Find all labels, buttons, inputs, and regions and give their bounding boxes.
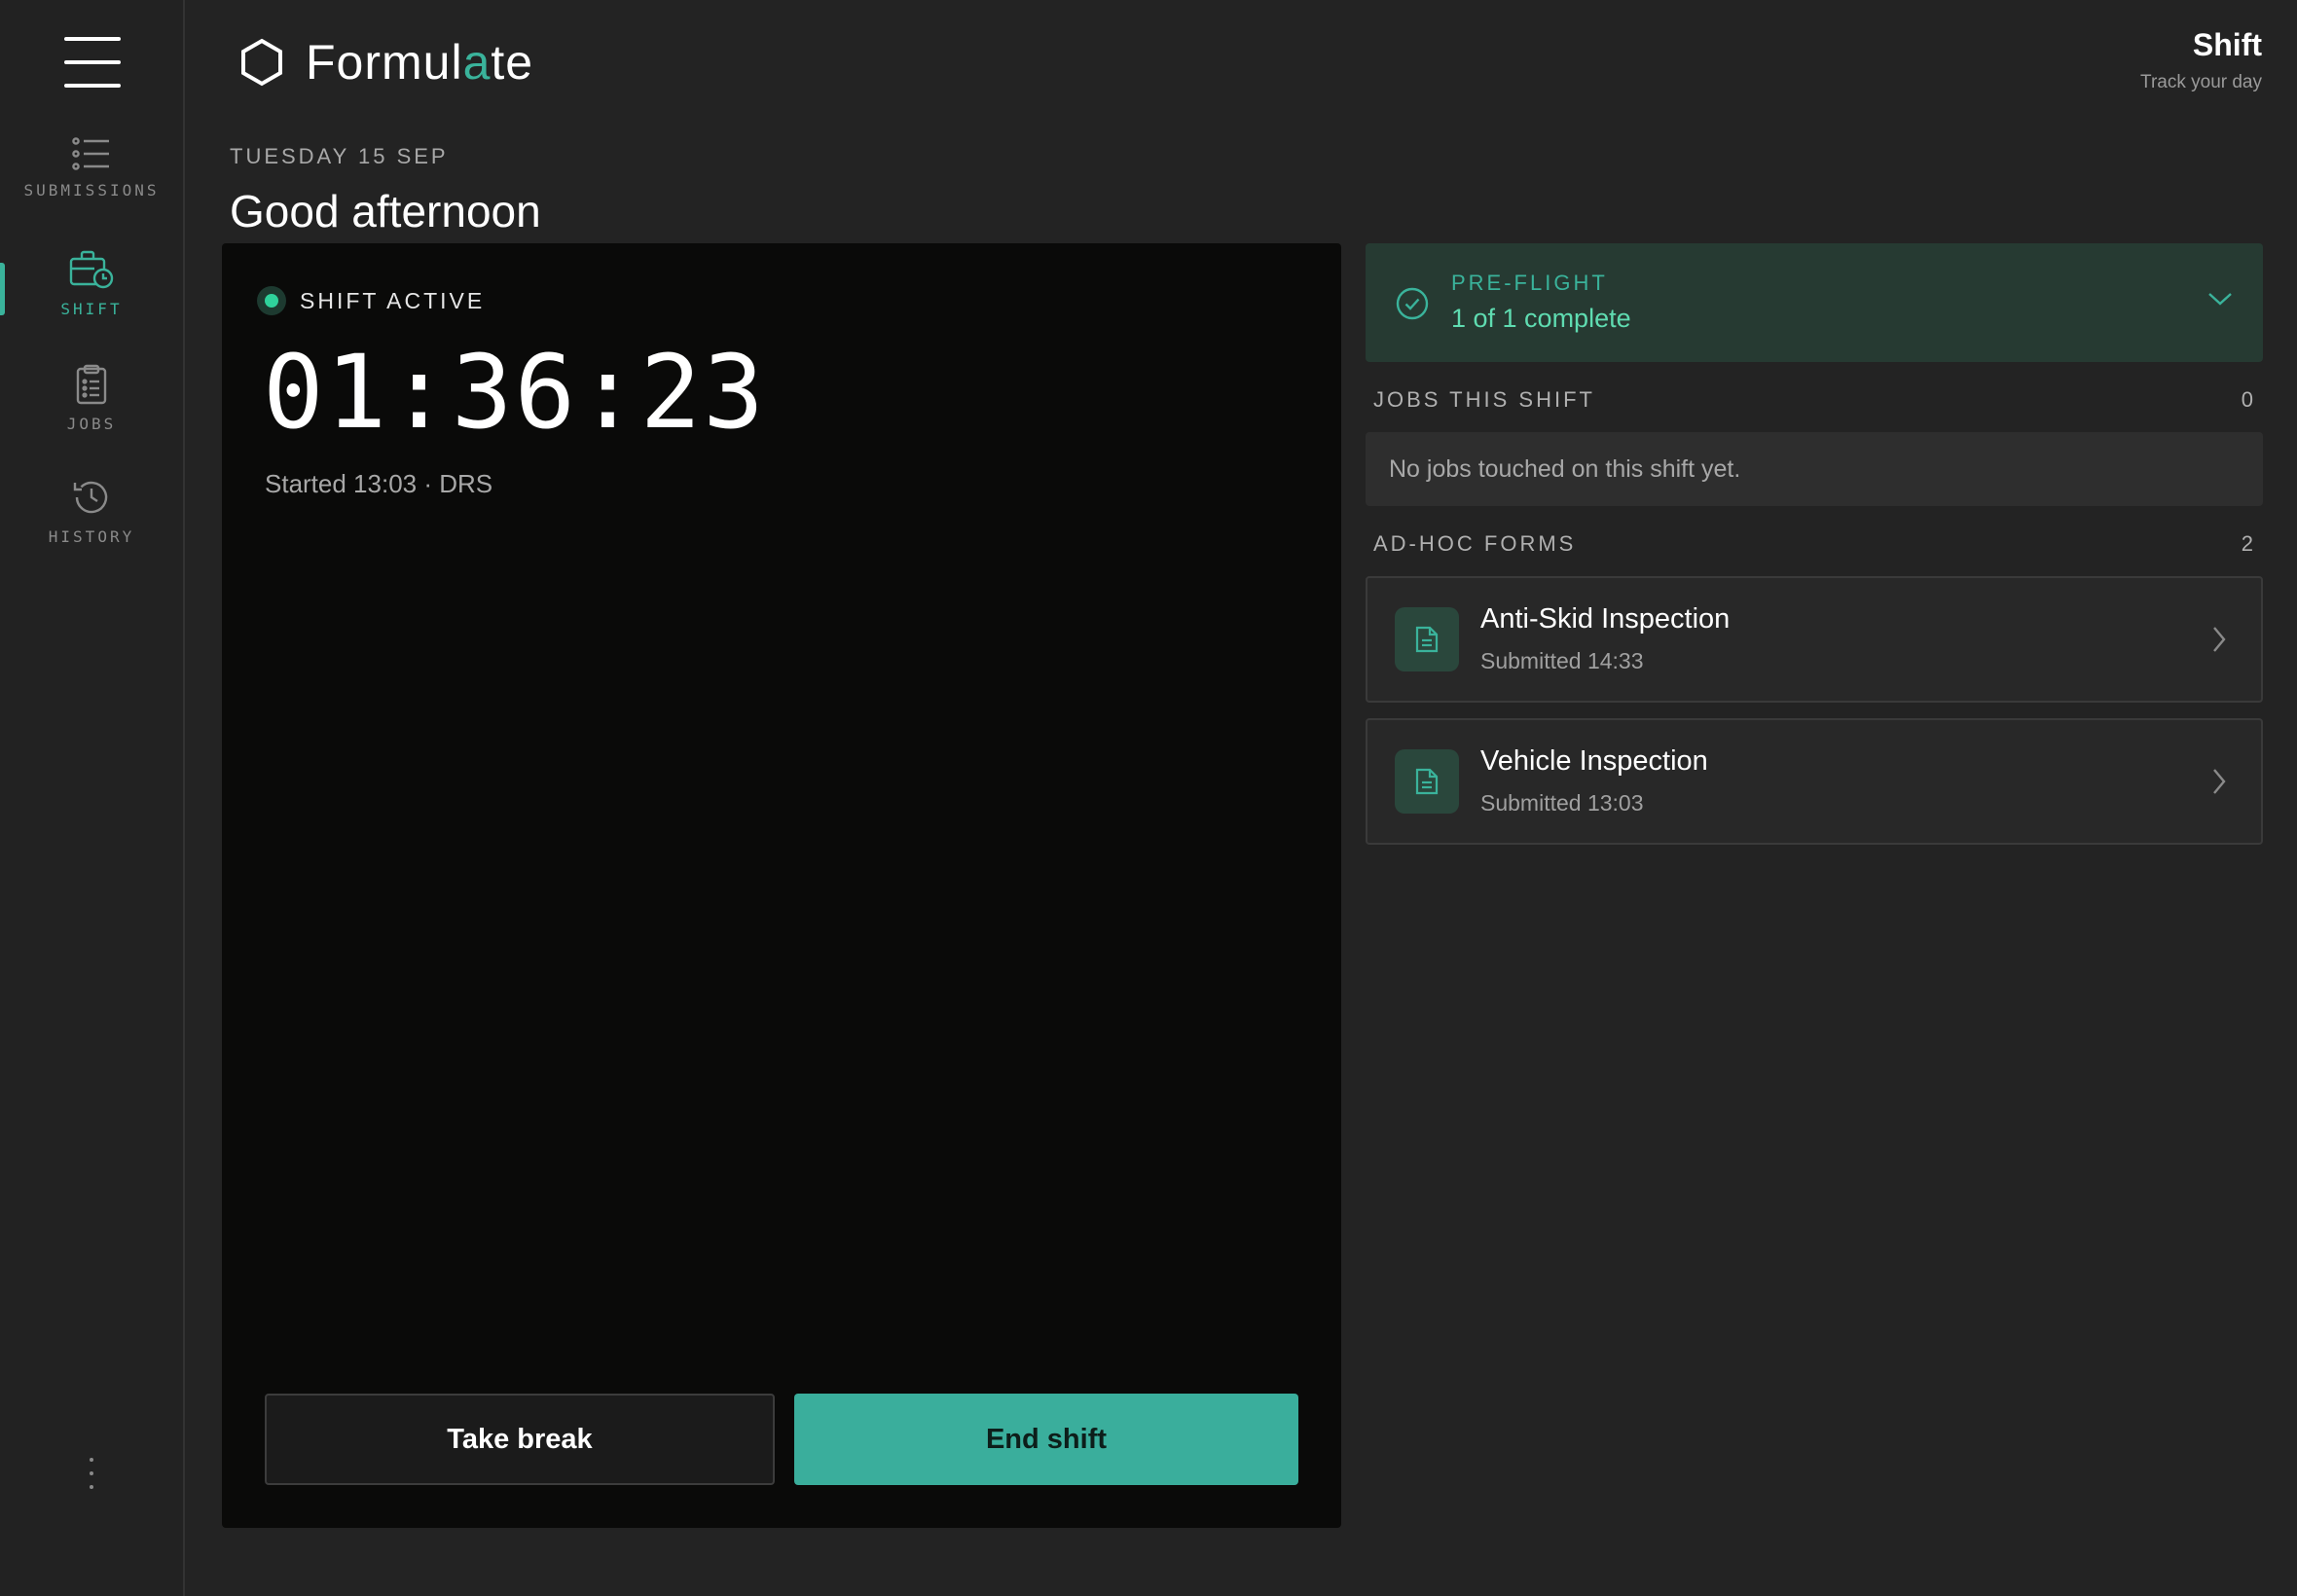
- document-icon: [1395, 749, 1459, 814]
- document-icon: [1395, 607, 1459, 671]
- adhoc-count: 2: [2241, 531, 2253, 556]
- sidebar-item-jobs[interactable]: JOBS: [0, 364, 183, 461]
- adhoc-section-header: AD-HOC FORMS 2: [1366, 506, 2263, 576]
- preflight-status: 1 of 1 complete: [1451, 304, 1631, 333]
- form-title: Anti-Skid Inspection: [1480, 603, 1731, 635]
- date-label: TUESDAY 15 SEP: [230, 144, 449, 168]
- status-indicator-icon: [257, 286, 286, 315]
- jobs-empty-state: No jobs touched on this shift yet.: [1366, 432, 2263, 506]
- sidebar-item-label: SHIFT: [60, 300, 123, 318]
- chevron-down-icon: [2208, 293, 2232, 306]
- shift-summary-column: PRE-FLIGHT 1 of 1 complete JOBS THIS SHI…: [1366, 243, 2263, 860]
- shift-started-info: Started 13:03 · DRS: [265, 469, 493, 498]
- list-icon: [72, 137, 109, 170]
- preflight-label: PRE-FLIGHT: [1451, 271, 1608, 295]
- shift-timer: 01:36:23: [263, 333, 766, 452]
- end-shift-button[interactable]: End shift: [794, 1394, 1298, 1485]
- menu-icon[interactable]: [64, 37, 121, 88]
- take-break-button[interactable]: Take break: [265, 1394, 775, 1485]
- preflight-accordion[interactable]: PRE-FLIGHT 1 of 1 complete: [1366, 243, 2263, 362]
- jobs-count: 0: [2241, 387, 2253, 412]
- greeting-heading: Good afternoon: [230, 186, 541, 236]
- chevron-right-icon: [2213, 627, 2226, 652]
- brand-logo: Formulate: [239, 35, 534, 90]
- history-icon: [73, 481, 108, 514]
- form-title: Vehicle Inspection: [1480, 745, 1708, 777]
- jobs-section-title: JOBS THIS SHIFT: [1373, 387, 1595, 412]
- clipboard-icon: [76, 364, 107, 405]
- sidebar-item-shift[interactable]: SHIFT: [0, 249, 183, 346]
- shift-timer-panel: SHIFT ACTIVE 01:36:23 Started 13:03 · DR…: [222, 243, 1341, 1528]
- adhoc-section-title: AD-HOC FORMS: [1373, 531, 1577, 556]
- form-card-vehicle[interactable]: Vehicle Inspection Submitted 13:03: [1366, 718, 2263, 845]
- hexagon-logo-icon: [241, 38, 282, 87]
- chevron-right-icon: [2213, 769, 2226, 794]
- sidebar-item-history[interactable]: HISTORY: [0, 477, 183, 574]
- sidebar-item-label: SUBMISSIONS: [23, 181, 160, 200]
- shift-status: SHIFT ACTIVE: [257, 286, 485, 315]
- brand-name: Formulate: [306, 35, 534, 90]
- check-circle-icon: [1396, 287, 1429, 320]
- briefcase-clock-icon: [69, 250, 114, 289]
- more-options-icon[interactable]: [82, 1458, 101, 1497]
- shift-status-label: SHIFT ACTIVE: [300, 287, 486, 313]
- sidebar-item-submissions[interactable]: SUBMISSIONS: [0, 136, 183, 234]
- form-submitted-time: Submitted 13:03: [1480, 790, 1644, 816]
- form-submitted-time: Submitted 14:33: [1480, 648, 1644, 673]
- page-subtitle: Track your day: [2140, 72, 2262, 92]
- sidebar: SUBMISSIONS SHIFT JOBS HISTORY: [0, 0, 185, 1596]
- page-title: Shift: [2192, 27, 2262, 62]
- sidebar-item-label: HISTORY: [48, 527, 135, 546]
- sidebar-item-label: JOBS: [66, 415, 117, 433]
- jobs-section-header: JOBS THIS SHIFT 0: [1366, 362, 2263, 432]
- form-card-anti-skid[interactable]: Anti-Skid Inspection Submitted 14:33: [1366, 576, 2263, 703]
